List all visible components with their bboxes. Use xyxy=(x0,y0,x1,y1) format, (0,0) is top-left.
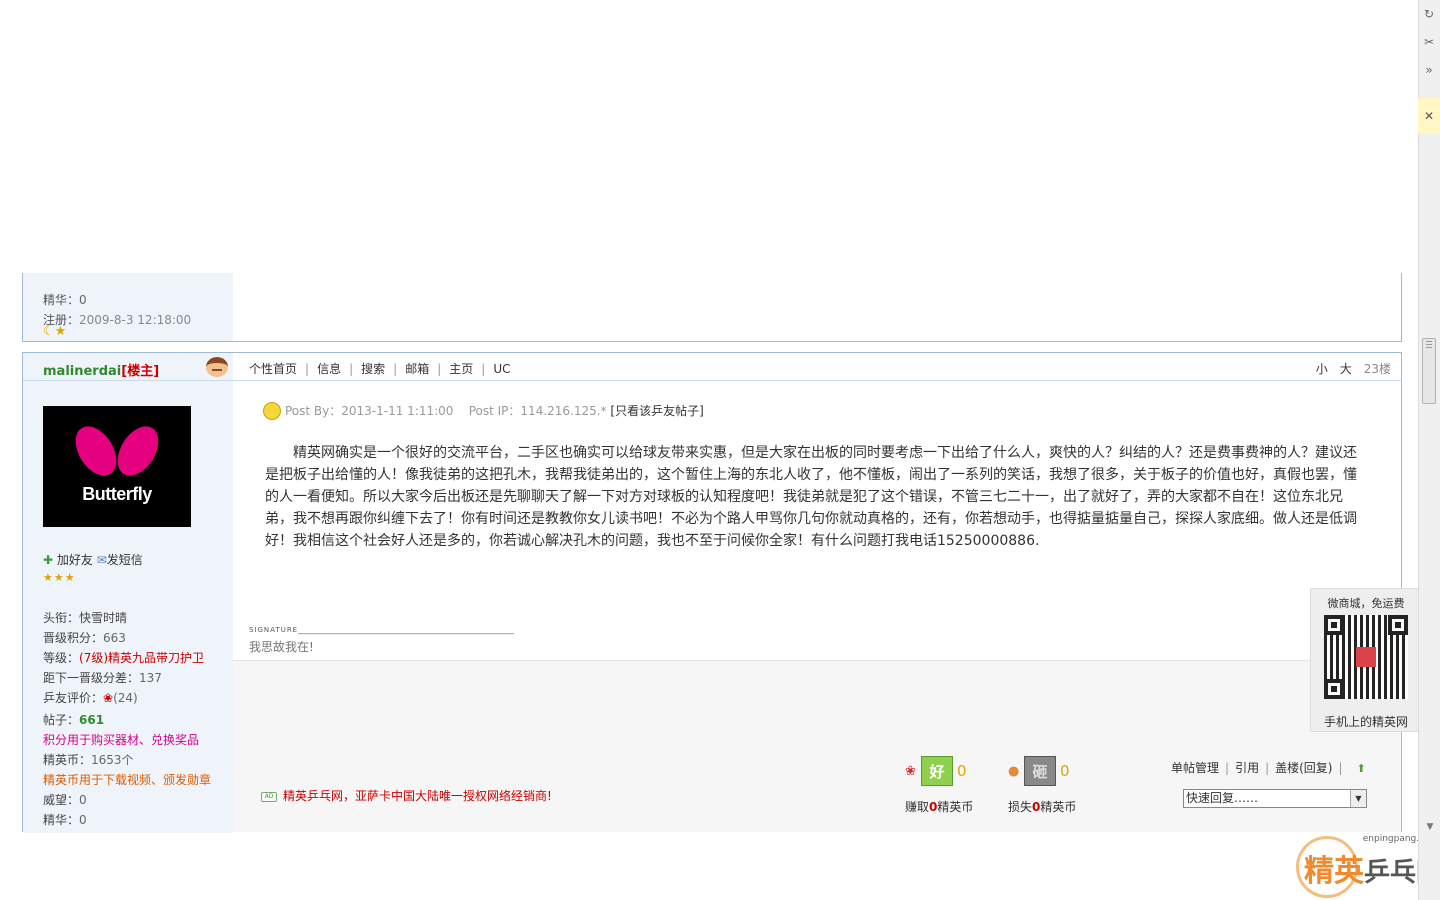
ad-line: AD 精英乒乓网，亚萨卡中国大陆唯一授权网络经销商! xyxy=(261,787,552,804)
nav-info[interactable]: 信息 xyxy=(317,362,341,376)
user-grade: 等级：(7级)精英九品带刀护卫 xyxy=(43,651,205,665)
qr-logo-icon xyxy=(1356,647,1376,667)
pig-icon: ● xyxy=(1008,764,1020,779)
reply-link[interactable]: 盖楼(回复) xyxy=(1275,761,1332,775)
user-sidebar: Butterfly ✚ 加好友 ✉发短信 ★★★ 头衔：快雪时晴 晋级积分：66… xyxy=(23,353,233,833)
quote-link[interactable]: 引用 xyxy=(1235,761,1259,775)
avatar-brand-text: Butterfly xyxy=(82,484,152,504)
rank-stars: ★★★ xyxy=(43,571,76,584)
blank-overlay xyxy=(0,0,1418,273)
post-content: Post By：2013-1-11 1:11:00 Post IP：114.21… xyxy=(233,382,1401,832)
post-meta: Post By：2013-1-11 1:11:00 Post IP：114.21… xyxy=(263,401,704,421)
user-points: 晋级积分：663 xyxy=(43,631,126,645)
side-tool-forward-icon[interactable]: » xyxy=(1418,56,1440,84)
mail-icon: ✉ xyxy=(96,553,107,567)
bad-label: 损失0精英币 xyxy=(1008,800,1077,814)
qr-title: 微商城，免运费 xyxy=(1327,597,1405,610)
qr-footer: 手机上的精英网 xyxy=(1323,715,1408,729)
font-small-button[interactable]: 小 xyxy=(1316,362,1328,376)
vertical-scrollbar[interactable]: ▼ xyxy=(1418,0,1440,900)
user-avatar[interactable]: Butterfly xyxy=(43,406,191,527)
smiley-icon xyxy=(263,401,281,420)
points-note-link[interactable]: 积分用于购买器材、兑换奖品 xyxy=(43,731,199,748)
forum-post: Butterfly ✚ 加好友 ✉发短信 ★★★ 头衔：快雪时晴 晋级积分：66… xyxy=(22,352,1402,833)
nav-uc[interactable]: UC xyxy=(493,362,510,376)
user-next-level: 距下一晋级分差：137 xyxy=(43,671,162,685)
signature-text: 我思故我在! xyxy=(249,640,314,654)
level-icon: ☾★ xyxy=(43,324,67,339)
user-title: 头衔：快雪时晴 xyxy=(43,611,128,625)
font-size-controls: 小大 23楼 xyxy=(1304,360,1391,377)
flower-icon: ❀ xyxy=(103,691,114,705)
quick-reply-select[interactable]: 快速回复…… ▼ xyxy=(1183,789,1367,808)
user-actions: ✚ 加好友 ✉发短信 xyxy=(43,551,143,568)
post-manage-links: 单帖管理 | 引用 | 盖楼(回复) | ⬆ xyxy=(1171,761,1366,775)
floor-number: 23楼 xyxy=(1363,362,1391,376)
plus-icon: ✚ xyxy=(43,553,54,567)
signature-label: SIGNATURE_______________________________… xyxy=(249,625,515,635)
user-coins: 精英币：1653个 xyxy=(43,753,134,767)
side-toolbar: ↻ ✂ » ✕ xyxy=(1418,0,1440,134)
bad-icon: 砸 xyxy=(1024,756,1056,786)
butterfly-logo-wing xyxy=(67,419,125,483)
rate-good-button[interactable]: ❀ 好 0 赚取0精英币 xyxy=(905,756,995,816)
post-body: 精英网确实是一个很好的交流平台，二手区也确实可以给球友带来实惠，但是大家在出板的… xyxy=(265,445,1357,549)
send-message-link[interactable]: 发短信 xyxy=(107,553,143,567)
bad-count: 0 xyxy=(1060,762,1070,780)
ad-badge: AD xyxy=(261,791,277,802)
back-to-top-icon[interactable]: ⬆ xyxy=(1357,762,1366,775)
user-posts: 帖子：661 xyxy=(43,713,105,727)
forum-page: 精华：0 注册：2009-8-3 12:18:00 ☾★ Butterfly ✚… xyxy=(0,0,1440,900)
nav-profile-home[interactable]: 个性首页 xyxy=(249,362,297,376)
single-post-manage-link[interactable]: 单帖管理 xyxy=(1171,761,1219,775)
chevron-down-icon: ▼ xyxy=(1350,790,1366,807)
post-footer: AD 精英乒乓网，亚萨卡中国大陆唯一授权网络经销商! ❀ 好 0 赚取0精英币 ●… xyxy=(233,661,1401,832)
only-view-author-link[interactable]: [只看该乒友帖子] xyxy=(610,404,703,418)
font-large-button[interactable]: 大 xyxy=(1340,362,1352,376)
post-nav: 个性首页 | 信息 | 搜索 | 邮箱 | 主页 | UC xyxy=(249,362,511,376)
scrollbar-thumb[interactable] xyxy=(1422,338,1436,404)
nav-homepage[interactable]: 主页 xyxy=(449,362,473,376)
user-essence: 精华：0 xyxy=(43,813,87,827)
previous-essence: 精华：0 xyxy=(43,293,87,307)
nav-mailbox[interactable]: 邮箱 xyxy=(405,362,429,376)
ad-link[interactable]: 精英乒乓网，亚萨卡中国大陆唯一授权网络经销商! xyxy=(283,789,552,803)
scroll-down-icon[interactable]: ▼ xyxy=(1423,822,1437,836)
rose-icon: ❀ xyxy=(905,764,916,779)
add-friend-link[interactable]: 加好友 xyxy=(57,553,93,567)
close-icon[interactable]: ✕ xyxy=(1418,98,1440,134)
qr-widget[interactable]: 微商城，免运费 手机上的精英网 xyxy=(1310,588,1420,732)
coins-note-link[interactable]: 精英币用于下载视频、颁发勋章 xyxy=(43,771,211,788)
side-tool-scissors-icon[interactable]: ✂ xyxy=(1418,28,1440,56)
qr-code-image xyxy=(1324,615,1408,699)
good-count: 0 xyxy=(957,762,967,780)
post-header-bar: malinerdai[楼主] 个性首页 | 信息 | 搜索 | 邮箱 | 主页 | UC 小大 23楼 xyxy=(23,353,1401,381)
user-face-icon xyxy=(206,357,228,377)
good-icon: 好 xyxy=(921,756,953,786)
butterfly-logo-wing xyxy=(109,419,167,483)
user-rating: 乒友评价：❀(24) xyxy=(43,691,138,705)
side-tool-refresh-icon[interactable]: ↻ xyxy=(1418,0,1440,28)
user-prestige: 威望：0 xyxy=(43,793,87,807)
rate-bad-button[interactable]: ● 砸 0 损失0精英币 xyxy=(1008,756,1098,816)
nav-search[interactable]: 搜索 xyxy=(361,362,385,376)
good-label: 赚取0精英币 xyxy=(905,800,974,814)
username-link[interactable]: malinerdai[楼主] xyxy=(43,360,159,379)
author-role-badge: [楼主] xyxy=(121,364,160,379)
